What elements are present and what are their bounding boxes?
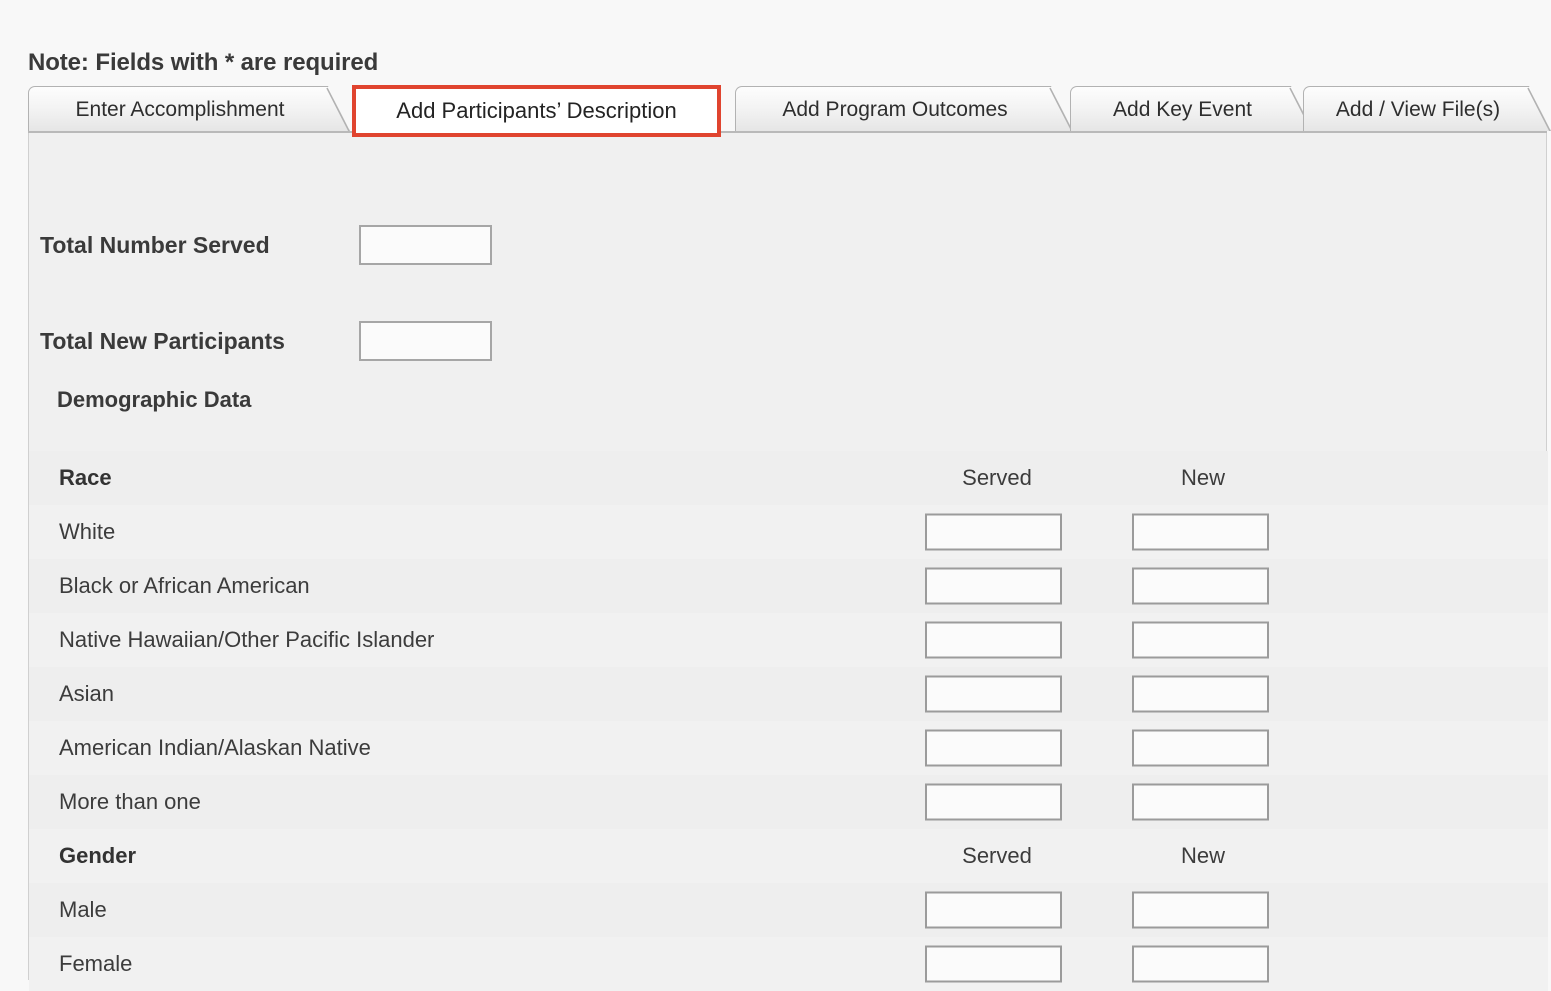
tab-slant-edge (1049, 87, 1073, 132)
total-new-participants-input[interactable] (359, 321, 492, 361)
row-label: Male (59, 897, 107, 922)
total-new-participants-field-group: Total New Participants (40, 321, 492, 361)
new-input[interactable] (1132, 513, 1269, 551)
served-input[interactable] (925, 945, 1062, 983)
tab-add-key-event[interactable]: Add Key Event (1070, 86, 1313, 131)
new-input[interactable] (1132, 729, 1269, 767)
served-input[interactable] (925, 513, 1062, 551)
table-row: American Indian/Alaskan Native (29, 721, 1548, 775)
new-input[interactable] (1132, 783, 1269, 821)
demographic-data-table: Race Served New White Black or African Ameri… (29, 451, 1548, 991)
section-heading: Race (59, 465, 112, 490)
column-header-new: New (1180, 465, 1225, 490)
new-input[interactable] (1132, 567, 1269, 605)
total-new-participants-label: Total New Participants (40, 327, 285, 354)
new-input[interactable] (1132, 945, 1269, 983)
total-number-served-label: Total Number Served (40, 231, 270, 258)
new-input[interactable] (1132, 621, 1269, 659)
column-header-new: New (1180, 843, 1225, 868)
tab-label: Add Key Event (1113, 97, 1252, 121)
tab-label: Add / View File(s) (1335, 97, 1501, 121)
row-label: White (59, 519, 116, 544)
tab-enter-accomplishment[interactable]: Enter Accomplishment (28, 86, 350, 131)
tab-slant-edge (326, 87, 350, 132)
row-label: More than one (59, 789, 201, 814)
row-label: Asian (59, 681, 115, 706)
tab-add-participants-description[interactable]: Add Participants’ Description (352, 85, 721, 137)
row-label: Native Hawaiian/Other Pacific Islander (59, 627, 435, 652)
served-input[interactable] (925, 891, 1062, 929)
served-input[interactable] (925, 621, 1062, 659)
section-header-row: Gender Served New (29, 829, 1548, 883)
served-input[interactable] (925, 729, 1062, 767)
column-header-served: Served (962, 843, 1032, 868)
tab-label: Add Program Outcomes (782, 97, 1008, 121)
tab-label: Add Participants’ Description (396, 98, 677, 123)
row-label: Black or African American (59, 573, 310, 598)
served-input[interactable] (925, 783, 1062, 821)
tab-add-program-outcomes[interactable]: Add Program Outcomes (735, 86, 1073, 131)
table-row: Black or African American (29, 559, 1548, 613)
new-input[interactable] (1132, 675, 1269, 713)
tab-slant-edge (1527, 87, 1551, 132)
demographic-data-heading: Demographic Data (57, 387, 252, 412)
table-row: White (29, 505, 1548, 559)
table-row: Native Hawaiian/Other Pacific Islander (29, 613, 1548, 667)
row-label: American Indian/Alaskan Native (59, 735, 371, 760)
required-fields-note: Note: Fields with * are required (28, 49, 379, 76)
table-row: Female (29, 937, 1548, 991)
total-number-served-input[interactable] (359, 225, 492, 265)
table-row: More than one (29, 775, 1548, 829)
tab-content-panel: Total Number Served Total New Participan… (28, 133, 1548, 991)
new-input[interactable] (1132, 891, 1269, 929)
row-label: Female (59, 951, 133, 976)
section-header-row: Race Served New (29, 451, 1548, 505)
section-heading: Gender (59, 843, 137, 868)
tab-bar: Enter Accomplishment Add Participants’ D… (0, 85, 1551, 137)
column-header-served: Served (962, 465, 1032, 490)
tab-add-view-files[interactable]: Add / View File(s) (1303, 86, 1551, 131)
table-row: Male (29, 883, 1548, 937)
served-input[interactable] (925, 567, 1062, 605)
tab-label: Enter Accomplishment (75, 97, 285, 121)
served-input[interactable] (925, 675, 1062, 713)
total-number-served-field-group: Total Number Served (40, 225, 492, 265)
page-root: Note: Fields with * are required Enter A… (0, 0, 1551, 991)
table-row: Asian (29, 667, 1548, 721)
